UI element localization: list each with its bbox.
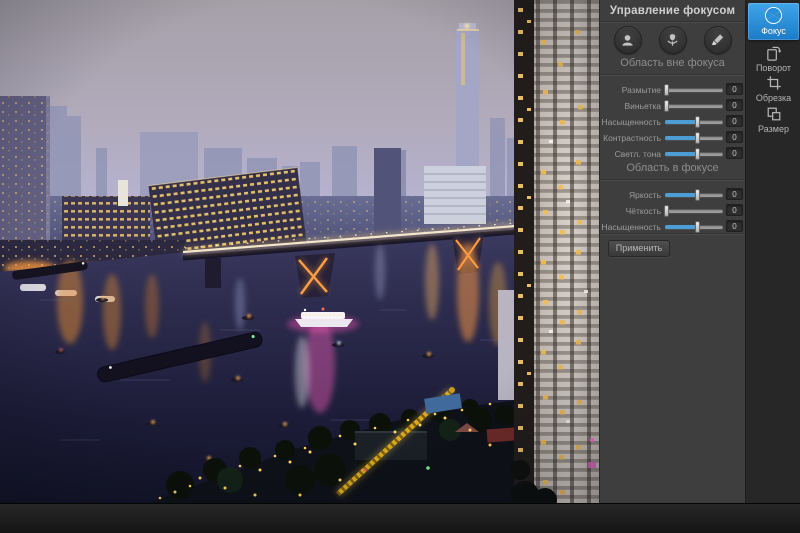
slider-handle[interactable] (695, 221, 700, 233)
section-header-in-focus: Область в фокусе (600, 162, 745, 174)
slider-row-saturation-in: Насыщенность 0 (600, 220, 746, 234)
photo-editor-window: Управление фокусом (0, 0, 800, 533)
slider-handle[interactable] (695, 148, 700, 160)
slider-handle[interactable] (695, 116, 700, 128)
slider-track[interactable] (665, 193, 723, 197)
status-bar: 1:1 28% (0, 503, 800, 533)
tab-crop[interactable]: Обрезка (746, 74, 800, 104)
slider-row-vignette: Виньетка 0 (600, 99, 746, 113)
focus-tool-buttons (600, 26, 745, 54)
brush-icon (710, 33, 725, 48)
crop-icon (766, 75, 782, 91)
slider-handle[interactable] (664, 100, 669, 112)
tab-focus[interactable]: Фокус (748, 3, 799, 40)
divider (600, 233, 745, 235)
slider-handle[interactable] (664, 205, 669, 217)
slider-row-sharpness: Чёткость 0 (600, 204, 746, 218)
slider-track[interactable] (665, 152, 723, 156)
rotate-icon (765, 45, 782, 61)
slider-row-saturation-out: Насыщенность 0 (600, 115, 746, 129)
macro-mode-button[interactable] (659, 26, 687, 54)
slider-label: Насыщенность (600, 222, 661, 232)
apply-button[interactable]: Применить (608, 240, 670, 257)
divider (600, 179, 745, 181)
tab-label: Фокус (761, 26, 786, 36)
tab-label: Размер (758, 124, 789, 134)
slider-track[interactable] (665, 104, 723, 108)
panel-title: Управление фокусом (600, 5, 745, 17)
focus-settings-panel: Управление фокусом (599, 0, 745, 503)
tab-resize[interactable]: Размер (746, 104, 800, 136)
tab-label: Поворот (756, 63, 791, 73)
slider-row-brightness: Яркость 0 (600, 188, 746, 202)
slider-row-blur: Размытие 0 (600, 83, 746, 97)
section-header-out-of-focus: Область вне фокуса (600, 57, 745, 69)
tab-label: Обрезка (756, 93, 791, 103)
resize-icon (766, 106, 782, 122)
slider-value[interactable]: 0 (726, 99, 743, 111)
tool-rail: Фокус Поворот Обрезка (745, 0, 800, 503)
divider (600, 21, 745, 23)
slider-handle[interactable] (664, 84, 669, 96)
slider-value[interactable]: 0 (726, 83, 743, 95)
photo-bangkok-cityscape (0, 0, 599, 503)
slider-label: Светл. тона (600, 149, 661, 159)
flower-icon (665, 33, 680, 48)
slider-track[interactable] (665, 120, 723, 124)
slider-row-light-tones: Светл. тона 0 (600, 147, 746, 161)
slider-row-contrast: Контрастность 0 (600, 131, 746, 145)
slider-label: Насыщенность (600, 117, 661, 127)
tab-rotate[interactable]: Поворот (746, 44, 800, 74)
slider-track[interactable] (665, 225, 723, 229)
slider-value[interactable]: 0 (726, 131, 743, 143)
aperture-icon (764, 8, 783, 24)
slider-label: Чёткость (600, 206, 661, 216)
slider-value[interactable]: 0 (726, 220, 743, 232)
divider (600, 74, 745, 76)
slider-track[interactable] (665, 136, 723, 140)
slider-track[interactable] (665, 88, 723, 92)
slider-handle[interactable] (695, 132, 700, 144)
slider-label: Контрастность (600, 133, 661, 143)
slider-value[interactable]: 0 (726, 115, 743, 127)
slider-value[interactable]: 0 (726, 204, 743, 216)
portrait-icon (620, 33, 635, 48)
slider-label: Размытие (600, 85, 661, 95)
slider-track[interactable] (665, 209, 723, 213)
slider-value[interactable]: 0 (726, 188, 743, 200)
brush-mode-button[interactable] (704, 26, 732, 54)
portrait-mode-button[interactable] (614, 26, 642, 54)
slider-label: Виньетка (600, 101, 661, 111)
slider-label: Яркость (600, 190, 661, 200)
photo-canvas[interactable] (0, 0, 599, 503)
slider-value[interactable]: 0 (726, 147, 743, 159)
slider-handle[interactable] (695, 189, 700, 201)
